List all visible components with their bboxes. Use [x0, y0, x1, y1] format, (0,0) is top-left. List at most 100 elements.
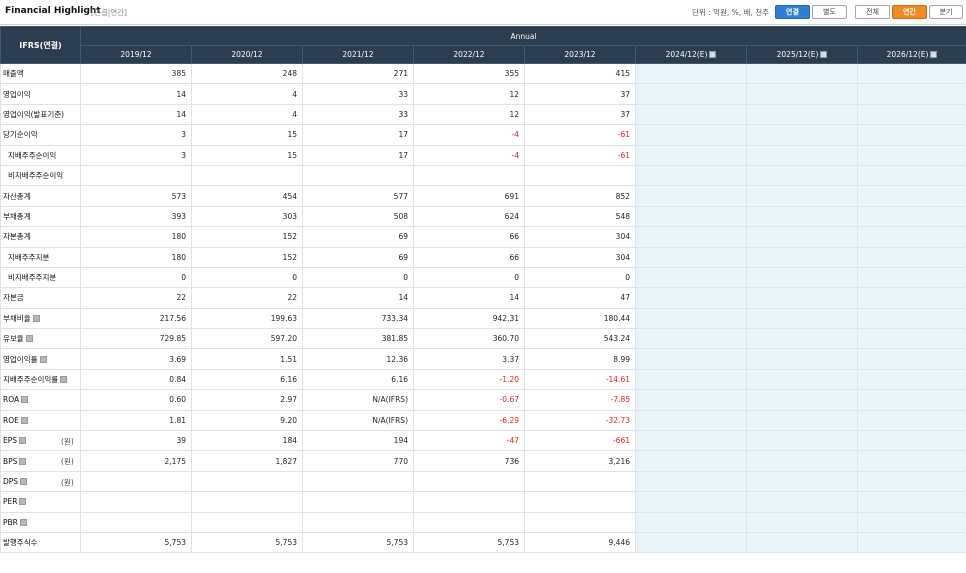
row-label: 자산총계 [0, 185, 81, 207]
table-cell [191, 470, 303, 493]
table-row: 비지배주주순이익 [0, 164, 966, 187]
estimate-info-icon[interactable] [709, 51, 717, 58]
table-cell: 217.56 [80, 307, 192, 330]
table-cell [635, 205, 747, 228]
table-cell [856, 531, 966, 554]
table-cell [302, 470, 414, 493]
table-cell [856, 307, 966, 330]
row-label: EPS (원) [0, 430, 81, 452]
table-cell [746, 328, 858, 350]
table-cell [635, 409, 747, 432]
financial-highlight-header: Financial Highlight [연결|연간] 단위 : 억원, %, … [0, 0, 966, 25]
table-cell [746, 62, 858, 85]
help-icon[interactable] [25, 335, 33, 343]
table-cell [746, 511, 858, 533]
table-cell: 0 [302, 266, 414, 289]
table-cell [746, 409, 858, 432]
help-icon[interactable] [19, 498, 27, 506]
table-cell: 0.84 [80, 368, 192, 391]
table-cell: 271 [302, 62, 414, 85]
table-cell [856, 409, 966, 432]
table-row: 매출액 385 248 271 355 415 [0, 62, 966, 85]
table-cell [635, 368, 747, 391]
table-cell [524, 511, 636, 533]
table-cell: 180 [80, 246, 192, 268]
estimate-info-icon[interactable] [820, 51, 828, 58]
help-icon[interactable] [20, 416, 28, 424]
table-cell [856, 348, 966, 370]
table-cell [746, 144, 858, 166]
help-icon[interactable] [32, 314, 40, 322]
table-cell [856, 246, 966, 268]
table-cell [191, 491, 303, 513]
table-cell: 1.51 [191, 348, 303, 370]
table-cell: 770 [302, 450, 414, 472]
annual-button[interactable]: 연간 [892, 5, 927, 19]
column-header: 2019/12 [80, 45, 192, 64]
table-row: 자산총계 573 454 577 691 852 [0, 185, 966, 207]
table-cell [746, 124, 858, 146]
table-cell [413, 164, 525, 187]
section-title: Financial Highlight [5, 6, 101, 16]
table-cell: 3.69 [80, 348, 192, 370]
help-icon[interactable] [19, 457, 27, 465]
separate-button[interactable]: 별도 [812, 5, 847, 19]
table-row: 지배주주순이익 3 15 17 -4 -61 [0, 144, 966, 166]
row-label: 부채비율 [0, 307, 81, 330]
table-cell [856, 62, 966, 85]
table-cell [856, 368, 966, 391]
column-header: 2020/12 [191, 45, 303, 64]
help-icon[interactable] [19, 437, 27, 445]
table-cell [413, 511, 525, 533]
estimate-info-icon[interactable] [930, 51, 938, 58]
table-cell [635, 430, 747, 452]
table-cell [524, 164, 636, 187]
table-cell: 624 [413, 205, 525, 228]
row-label: PBR [0, 511, 81, 533]
table-cell [856, 389, 966, 411]
table-cell: 66 [413, 226, 525, 248]
table-cell [635, 103, 747, 126]
table-cell: 543.24 [524, 328, 636, 350]
quarterly-button[interactable]: 분기 [929, 5, 963, 19]
table-row: 비지배주주지분 0 0 0 0 0 [0, 266, 966, 289]
table-cell [635, 62, 747, 85]
help-icon[interactable] [20, 478, 28, 485]
table-cell [635, 328, 747, 350]
consolidated-button[interactable]: 연결 [775, 5, 810, 19]
all-period-button[interactable]: 전체 [855, 5, 890, 19]
table-cell: 2,175 [80, 450, 192, 472]
table-row: 자본총계 180 152 69 66 304 [0, 226, 966, 248]
table-cell [746, 531, 858, 554]
table-cell: 14 [80, 103, 192, 126]
table-cell: 0 [524, 266, 636, 289]
table-cell: 0 [80, 266, 192, 289]
table-cell [746, 164, 858, 187]
table-cell [856, 470, 966, 493]
help-icon[interactable] [19, 518, 27, 526]
table-cell [635, 164, 747, 187]
table-cell [80, 511, 192, 533]
column-header: 2022/12 [413, 45, 525, 64]
table-cell [635, 531, 747, 554]
table-row: PBR [0, 511, 966, 533]
help-icon[interactable] [60, 376, 68, 384]
row-label: BPS (원) [0, 450, 81, 472]
table-cell [635, 124, 747, 146]
table-cell: 14 [80, 83, 192, 105]
table-cell [856, 124, 966, 146]
help-icon[interactable] [39, 355, 47, 363]
table-cell [302, 164, 414, 187]
table-cell: -4 [413, 124, 525, 146]
table-cell: 304 [524, 226, 636, 248]
table-cell: 0 [413, 266, 525, 289]
table-cell [746, 389, 858, 411]
table-cell [856, 328, 966, 350]
table-cell: 0 [191, 266, 303, 289]
row-label: 지배주주지분 [0, 246, 81, 268]
table-cell: 577 [302, 185, 414, 207]
help-icon[interactable] [21, 396, 29, 404]
table-cell: 180.44 [524, 307, 636, 330]
table-row: 부채총계 393 303 508 624 548 [0, 205, 966, 228]
table-cell: -1.20 [413, 368, 525, 391]
